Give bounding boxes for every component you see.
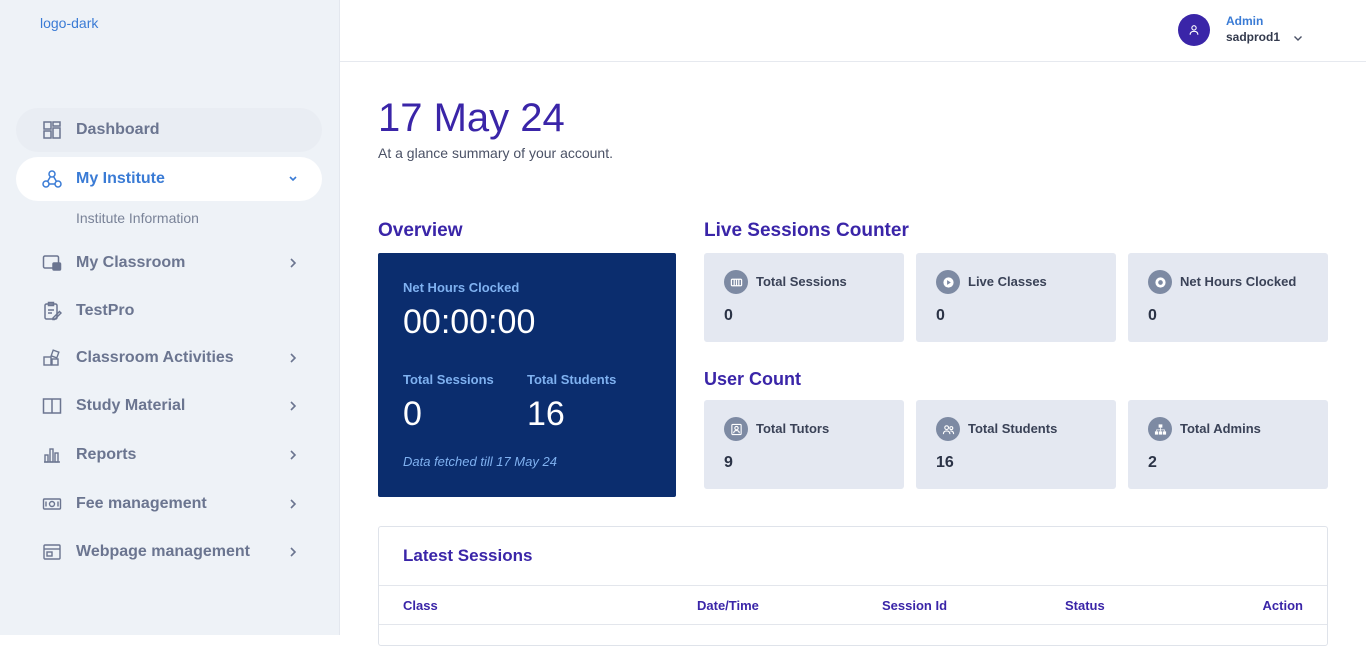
sidebar-item-reports[interactable]: Reports xyxy=(16,433,322,477)
user-count-heading: User Count xyxy=(704,369,802,389)
stat-label: Total Students xyxy=(968,421,1058,436)
column-header-action: Action xyxy=(1262,598,1303,613)
total-sessions-value: 0 xyxy=(403,395,422,433)
sidebar-item-label: My Institute xyxy=(76,170,165,187)
book-icon xyxy=(42,396,62,416)
stat-card-live-classes: Live Classes 0 xyxy=(916,253,1116,342)
net-hours-value: 00:00:00 xyxy=(403,303,536,341)
total-students-label: Total Students xyxy=(527,372,617,387)
money-icon xyxy=(42,494,62,514)
tutor-icon xyxy=(724,417,748,441)
user-icon xyxy=(1189,25,1199,35)
stat-label: Total Admins xyxy=(1180,421,1261,436)
activities-icon xyxy=(42,348,62,368)
stat-value: 16 xyxy=(936,454,954,471)
chevron-right-icon xyxy=(288,255,298,271)
chevron-down-icon[interactable] xyxy=(1292,31,1304,43)
stat-value: 0 xyxy=(936,307,945,324)
total-sessions-label: Total Sessions xyxy=(403,372,494,387)
top-bar: Admin sadprod1 xyxy=(340,0,1366,62)
sidebar-item-my-classroom[interactable]: My Classroom xyxy=(16,241,322,285)
data-fetched-note: Data fetched till 17 May 24 xyxy=(403,454,557,469)
column-header-date-time: Date/Time xyxy=(697,598,759,613)
chevron-right-icon xyxy=(288,350,298,366)
latest-sessions-panel: Latest Sessions Class Date/Time Session … xyxy=(378,526,1328,646)
sidebar-item-webpage-management[interactable]: Webpage management xyxy=(16,530,322,574)
chevron-right-icon xyxy=(288,398,298,414)
test-clipboard-icon xyxy=(42,301,62,321)
stat-value: 0 xyxy=(1148,307,1157,324)
chevron-right-icon xyxy=(288,447,298,463)
page-date: 17 May 24 xyxy=(378,96,565,140)
sidebar-item-label: Reports xyxy=(76,446,137,463)
hierarchy-icon xyxy=(1148,417,1172,441)
webpage-icon xyxy=(42,542,62,562)
page-subtitle: At a glance summary of your account. xyxy=(378,145,613,161)
stat-value: 2 xyxy=(1148,454,1157,471)
stat-value: 9 xyxy=(724,454,733,471)
students-icon xyxy=(936,417,960,441)
stat-card-total-sessions: Total Sessions 0 xyxy=(704,253,904,342)
stat-label: Total Sessions xyxy=(756,274,847,289)
sessions-icon xyxy=(724,270,748,294)
sidebar-item-label: Webpage management xyxy=(76,543,250,560)
sidebar: logo-dark Dashboard My Institute Institu… xyxy=(0,0,340,635)
user-avatar[interactable] xyxy=(1178,14,1210,46)
sidebar-item-dashboard[interactable]: Dashboard xyxy=(16,108,322,152)
sidebar-item-classroom-activities[interactable]: Classroom Activities xyxy=(16,336,322,380)
stat-card-net-hours: Net Hours Clocked 0 xyxy=(1128,253,1328,342)
bar-chart-icon xyxy=(42,445,62,465)
chevron-right-icon xyxy=(288,544,298,560)
divider xyxy=(379,585,1327,586)
record-icon xyxy=(1148,270,1172,294)
total-students-value: 16 xyxy=(527,395,565,433)
overview-card: Net Hours Clocked 00:00:00 Total Session… xyxy=(378,253,676,497)
classroom-icon xyxy=(42,253,62,273)
sidebar-item-label: Dashboard xyxy=(76,121,160,138)
stat-card-total-admins: Total Admins 2 xyxy=(1128,400,1328,489)
latest-sessions-title: Latest Sessions xyxy=(403,546,533,565)
stat-label: Total Tutors xyxy=(756,421,830,436)
column-header-session-id: Session Id xyxy=(882,598,948,613)
sidebar-item-fee-management[interactable]: Fee management xyxy=(16,482,322,526)
username[interactable]: sadprod1 xyxy=(1226,30,1280,44)
sidebar-item-label: Study Material xyxy=(76,397,186,414)
sidebar-item-label: Classroom Activities xyxy=(76,349,234,366)
sidebar-item-label: Fee management xyxy=(76,495,207,512)
live-sessions-heading: Live Sessions Counter xyxy=(704,220,909,241)
overview-heading: Overview xyxy=(378,220,463,241)
stat-card-total-students: Total Students 16 xyxy=(916,400,1116,489)
logo[interactable]: logo-dark xyxy=(40,12,100,35)
column-header-status: Status xyxy=(1065,598,1105,613)
divider xyxy=(379,624,1327,625)
sidebar-item-my-institute[interactable]: My Institute xyxy=(16,157,322,201)
play-icon xyxy=(936,270,960,294)
sidebar-item-testpro[interactable]: TestPro xyxy=(16,289,322,333)
user-role: Admin xyxy=(1226,14,1264,28)
net-hours-label: Net Hours Clocked xyxy=(403,280,520,295)
column-header-class: Class xyxy=(403,598,438,613)
sidebar-item-label: TestPro xyxy=(76,302,135,319)
dashboard-icon xyxy=(42,120,62,140)
chevron-down-icon xyxy=(288,171,298,187)
sidebar-item-study-material[interactable]: Study Material xyxy=(16,384,322,428)
institute-icon xyxy=(42,169,62,189)
stat-card-total-tutors: Total Tutors 9 xyxy=(704,400,904,489)
stat-label: Live Classes xyxy=(968,274,1047,289)
chevron-right-icon xyxy=(288,496,298,512)
stat-value: 0 xyxy=(724,307,733,324)
sidebar-subitem-institute-information[interactable]: Institute Information xyxy=(76,210,199,226)
sidebar-item-label: My Classroom xyxy=(76,254,186,271)
stat-label: Net Hours Clocked xyxy=(1180,274,1297,289)
